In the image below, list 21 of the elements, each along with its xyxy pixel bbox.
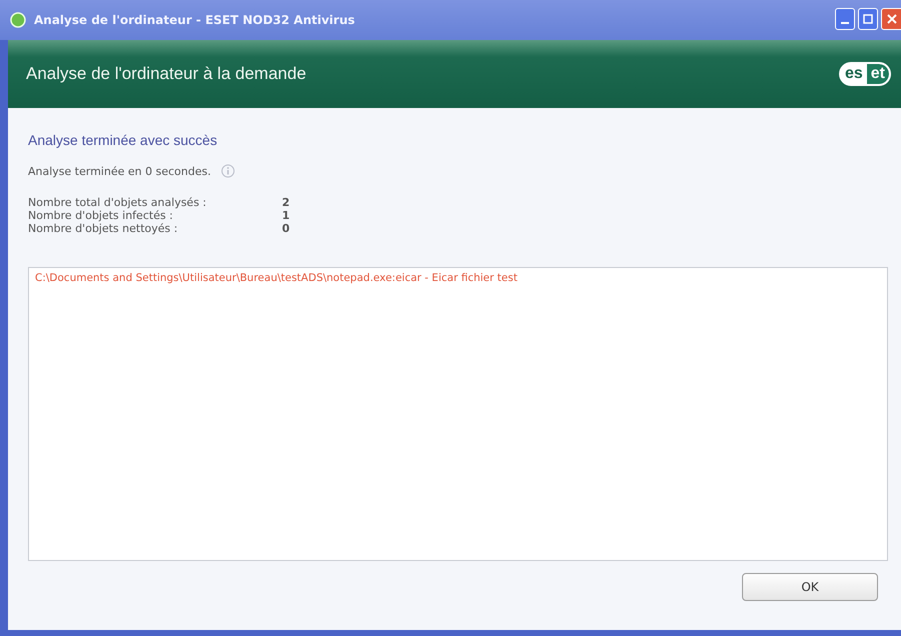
stat-value: 1 — [282, 209, 290, 222]
duration-text: Analyse terminée en 0 secondes. — [28, 164, 211, 178]
window-title: Analyse de l'ordinateur - ESET NOD32 Antivirus — [34, 13, 356, 27]
stat-label: Nombre d'objets infectés : — [28, 209, 174, 222]
stat-value: 2 — [282, 196, 290, 209]
info-icon — [220, 164, 235, 178]
stat-label: Nombre d'objets nettoyés : — [28, 222, 179, 235]
stat-label: Nombre total d'objets analysés : — [28, 196, 208, 209]
result-heading: Analyse terminée avec succès — [28, 132, 218, 148]
close-button[interactable] — [881, 8, 901, 30]
maximize-icon — [863, 14, 873, 24]
stat-value: 0 — [282, 222, 290, 235]
close-icon — [886, 14, 896, 24]
app-icon — [10, 12, 26, 28]
header-title: Analyse de l'ordinateur à la demande — [26, 64, 306, 84]
log-entry: C:\Documents and Settings\Utilisateur\Bureau\testADS\notepad.exe:eicar - Eicar fichier test — [35, 272, 518, 284]
minimize-icon — [841, 22, 849, 24]
ok-button[interactable]: OK — [742, 573, 878, 601]
logo: es et — [838, 62, 891, 86]
maximize-button[interactable] — [858, 8, 878, 30]
minimize-button[interactable] — [835, 8, 855, 30]
